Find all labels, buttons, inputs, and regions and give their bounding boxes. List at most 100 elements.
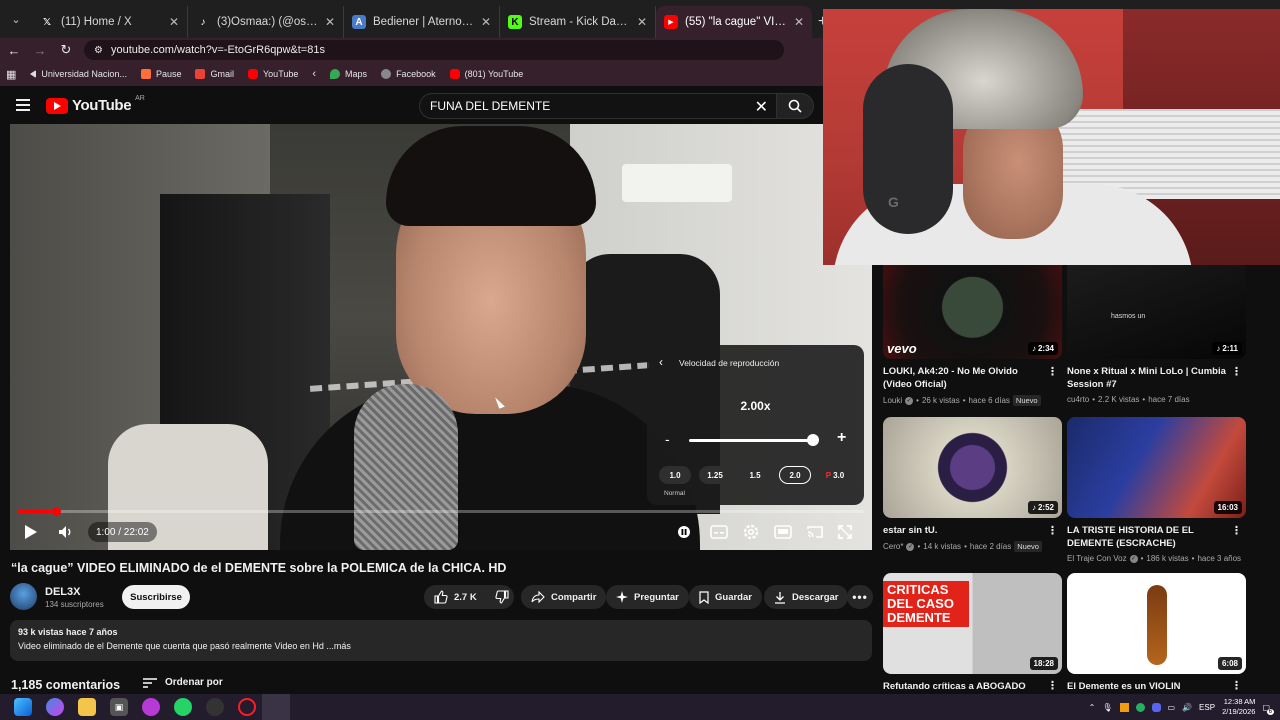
- tab-search-icon[interactable]: ⌄: [4, 7, 28, 31]
- browser-tab[interactable]: K Stream - Kick Dashboard ✕: [500, 6, 656, 38]
- speed-preset-selected[interactable]: 2.0: [779, 466, 811, 484]
- bookmark[interactable]: Gmail: [195, 69, 234, 79]
- more-actions-button[interactable]: •••: [847, 585, 873, 609]
- speed-preset[interactable]: 1.0: [659, 466, 691, 484]
- reload-icon[interactable]: ↻: [54, 42, 78, 58]
- menu-icon[interactable]: [16, 99, 30, 111]
- recommendation-card[interactable]: vevo ♪ 2:34 LOUKI, Ak4:20 - No Me Olvido …: [883, 265, 1062, 406]
- chevron-up-icon[interactable]: ⌃: [1089, 703, 1096, 712]
- close-icon[interactable]: ✕: [169, 15, 179, 29]
- video-thumbnail[interactable]: 16:03: [1067, 417, 1246, 518]
- play-button[interactable]: [24, 523, 38, 541]
- copilot-icon[interactable]: [46, 698, 64, 716]
- bookmark[interactable]: YouTube: [248, 69, 298, 79]
- video-thumbnail[interactable]: 6:08: [1067, 573, 1246, 674]
- share-button[interactable]: Compartir: [521, 585, 607, 609]
- channel-name[interactable]: DEL3X: [45, 586, 80, 598]
- recommendation-card[interactable]: CRITICAS DEL CASO DEMENTE 18:28 Refutand…: [883, 573, 1062, 693]
- more-vertical-icon[interactable]: ⋮: [1047, 365, 1058, 378]
- like-button[interactable]: 2.7 K: [434, 590, 477, 604]
- network-icon[interactable]: ▭: [1168, 703, 1176, 712]
- bookmark[interactable]: Facebook: [381, 69, 436, 79]
- speed-decrease-button[interactable]: -: [665, 431, 670, 447]
- bookmark[interactable]: (801) YouTube: [449, 69, 523, 79]
- tray-app-icon[interactable]: [1135, 702, 1145, 712]
- youtube-logo[interactable]: YouTube AR: [46, 95, 145, 114]
- bookmark[interactable]: ‹: [312, 68, 316, 80]
- apps-grid-icon[interactable]: ▦: [6, 68, 16, 81]
- speed-preset-premium[interactable]: P 3.0: [819, 466, 851, 484]
- forward-icon[interactable]: →: [28, 43, 52, 58]
- video-player[interactable]: ‹ Velocidad de reproducción 2.00x - + 1.…: [10, 124, 872, 550]
- bookmark[interactable]: Universidad Nacion...: [30, 69, 127, 79]
- volume-button[interactable]: [58, 523, 74, 541]
- windows-start-icon[interactable]: [14, 698, 32, 716]
- close-icon[interactable]: ✕: [794, 15, 804, 29]
- address-bar[interactable]: ⚙ youtube.com/watch?v=-EtoGrR6qpw&t=81s: [84, 40, 784, 60]
- notification-icon[interactable]: ▢ 6: [1262, 703, 1274, 715]
- tray-app-icon[interactable]: [1151, 702, 1161, 712]
- speed-increase-button[interactable]: +: [837, 429, 846, 447]
- language-indicator[interactable]: ESP: [1199, 703, 1215, 712]
- search-input[interactable]: FUNA DEL DEMENTE ✕: [419, 93, 777, 119]
- bookmark[interactable]: Pause: [140, 69, 181, 79]
- back-icon[interactable]: ←: [2, 43, 26, 58]
- whatsapp-icon[interactable]: [174, 698, 192, 716]
- recommendation-card[interactable]: 6:08 El Demente es un VIOLIN ⋮: [1067, 573, 1246, 693]
- more-vertical-icon[interactable]: ⋮: [1231, 365, 1242, 378]
- recommendation-card[interactable]: ♪ 2:52 estar sin tU. ⋮ Cero* ✓ • 14 k vis…: [883, 417, 1062, 552]
- search-button[interactable]: [776, 93, 814, 119]
- more-vertical-icon[interactable]: ⋮: [1231, 524, 1242, 537]
- more-vertical-icon[interactable]: ⋮: [1047, 679, 1058, 692]
- site-info-icon[interactable]: ⚙: [94, 45, 103, 56]
- speed-preset[interactable]: 1.5: [739, 466, 771, 484]
- more-vertical-icon[interactable]: ⋮: [1231, 679, 1242, 692]
- back-chevron-icon[interactable]: ‹: [659, 355, 663, 369]
- download-button[interactable]: Descargar: [764, 585, 849, 609]
- browser-tab[interactable]: ♪ (3)Osmaa:) (@osmavibes) | TikT ✕: [188, 6, 344, 38]
- views-and-date: 93 k vistas hace 7 años: [18, 627, 118, 637]
- progress-bar[interactable]: [18, 507, 864, 516]
- more-vertical-icon[interactable]: ⋮: [1047, 524, 1058, 537]
- subscribe-button[interactable]: Suscribirse: [122, 585, 190, 609]
- cast-button[interactable]: [806, 523, 824, 541]
- sort-comments-button[interactable]: Ordenar por: [143, 677, 223, 688]
- browser-tab-active[interactable]: ▶ (55) "la cague" VIDEO ELIMINAD ✕: [656, 6, 812, 38]
- app-icon[interactable]: ▣: [110, 698, 128, 716]
- obs-icon[interactable]: [206, 698, 224, 716]
- close-icon[interactable]: ✕: [481, 15, 491, 29]
- close-icon[interactable]: ✕: [637, 15, 647, 29]
- video-thumbnail[interactable]: CRITICAS DEL CASO DEMENTE 18:28: [883, 573, 1062, 674]
- description-box[interactable]: 93 k vistas hace 7 años Video eliminado …: [10, 620, 872, 661]
- opera-icon[interactable]: [238, 698, 256, 716]
- settings-button[interactable]: [742, 523, 760, 541]
- subtitles-button[interactable]: [710, 523, 728, 541]
- speed-slider-handle[interactable]: [806, 434, 819, 446]
- clear-search-icon[interactable]: ✕: [755, 97, 768, 117]
- save-button[interactable]: Guardar: [689, 585, 762, 609]
- close-icon[interactable]: ✕: [325, 15, 335, 29]
- speaker-icon[interactable]: 🔊: [1182, 703, 1192, 712]
- progress-scrubber[interactable]: [52, 507, 62, 516]
- media-player-icon[interactable]: [142, 698, 160, 716]
- browser-tab[interactable]: A Bediener | Aternos | Gratis Mine ✕: [344, 6, 500, 38]
- browser-tab[interactable]: 𝕏 (11) Home / X ✕: [32, 6, 188, 38]
- video-thumbnail[interactable]: vevo ♪ 2:34: [883, 265, 1062, 359]
- recommendation-card[interactable]: hasmos un ♪ 2:11 None x Ritual x Mini LoL…: [1067, 265, 1246, 404]
- dislike-button[interactable]: [495, 590, 509, 604]
- clock[interactable]: 12:38 AM 2/19/2026: [1222, 697, 1255, 717]
- ask-button[interactable]: Preguntar: [606, 585, 689, 609]
- video-thumbnail[interactable]: ♪ 2:52: [883, 417, 1062, 518]
- recommendation-card[interactable]: 16:03 LA TRISTE HISTORIA DE EL DEMENTE (…: [1067, 417, 1246, 563]
- speed-preset[interactable]: 1.25: [699, 466, 731, 484]
- bookmark[interactable]: Maps: [330, 69, 367, 79]
- speed-slider[interactable]: [689, 439, 817, 442]
- video-thumbnail[interactable]: hasmos un ♪ 2:11: [1067, 265, 1246, 359]
- file-explorer-icon[interactable]: [78, 698, 96, 716]
- autoplay-toggle[interactable]: [676, 523, 692, 541]
- fullscreen-button[interactable]: [838, 523, 852, 541]
- tray-app-icon[interactable]: [1119, 702, 1129, 712]
- miniplayer-button[interactable]: [774, 523, 792, 541]
- microphone-icon[interactable]: 🎙: [1102, 703, 1112, 712]
- channel-avatar[interactable]: [10, 583, 37, 610]
